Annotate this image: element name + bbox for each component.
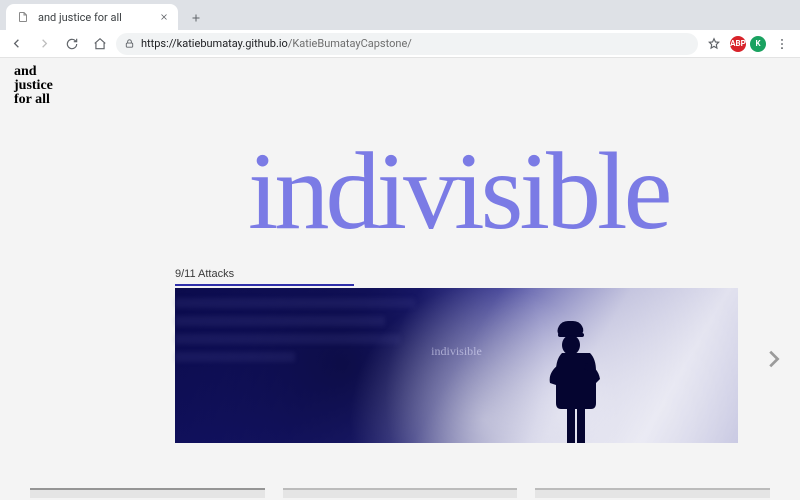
- url-text: https://katiebumatay.github.io/KatieBuma…: [141, 37, 690, 50]
- footer-card-strip: [30, 488, 770, 498]
- carousel-next-button[interactable]: [760, 346, 786, 372]
- footer-card[interactable]: [30, 488, 265, 498]
- profile-avatar[interactable]: K: [750, 36, 766, 52]
- logo-line: for all: [14, 93, 53, 107]
- footer-card[interactable]: [535, 488, 770, 498]
- new-tab-button[interactable]: [184, 6, 208, 30]
- blurred-body-text: [175, 298, 425, 370]
- browser-toolbar: https://katiebumatay.github.io/KatieBuma…: [0, 30, 800, 58]
- firefighter-silhouette: [538, 303, 608, 443]
- lock-icon: [124, 38, 135, 49]
- home-button[interactable]: [88, 32, 112, 56]
- browser-tab[interactable]: and justice for all: [6, 4, 178, 30]
- footer-card[interactable]: [283, 488, 518, 498]
- bookmark-star-icon[interactable]: [702, 32, 726, 56]
- reload-button[interactable]: [60, 32, 84, 56]
- close-icon[interactable]: [158, 11, 170, 23]
- abp-extension-icon[interactable]: ABP: [730, 36, 746, 52]
- site-logo[interactable]: and justice for all: [14, 65, 53, 107]
- logo-line: and: [14, 65, 53, 79]
- slide-caption: 9/11 Attacks: [175, 268, 354, 286]
- tab-strip: and justice for all: [0, 0, 800, 30]
- hero-subtext: indivisible: [431, 344, 482, 359]
- address-bar[interactable]: https://katiebumatay.github.io/KatieBuma…: [116, 33, 698, 55]
- logo-line: justice: [14, 79, 53, 93]
- back-button[interactable]: [4, 32, 28, 56]
- file-icon: [16, 10, 30, 24]
- page-content: and justice for all indivisible 9/11 Att…: [0, 58, 800, 500]
- kebab-menu-icon[interactable]: [770, 32, 794, 56]
- tab-title: and justice for all: [38, 11, 150, 24]
- forward-button[interactable]: [32, 32, 56, 56]
- headline-text: indivisible: [248, 136, 668, 246]
